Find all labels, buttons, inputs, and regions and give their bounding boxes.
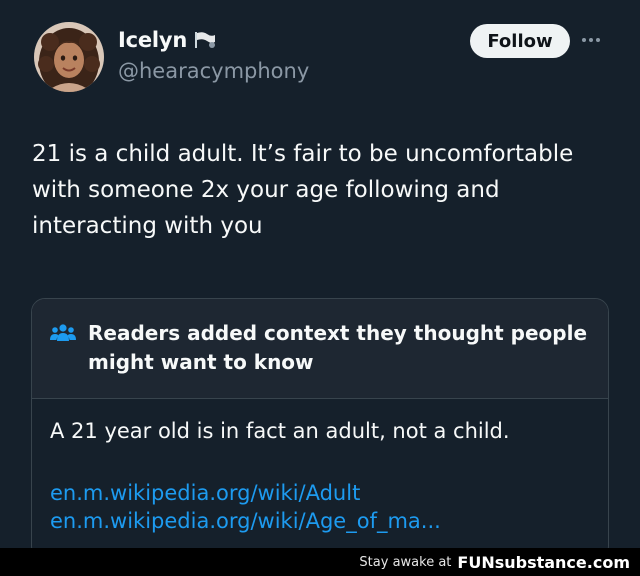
community-note-body: A 21 year old is in fact an adult, not a… bbox=[50, 419, 510, 443]
people-icon bbox=[50, 324, 76, 341]
tweet-card: Icelyn @hearacymphony Follow 21 is a chi… bbox=[0, 0, 640, 560]
author-name-row: Icelyn bbox=[118, 28, 219, 52]
watermark-bar: Stay awake at FUNsubstance.com bbox=[0, 548, 640, 576]
avatar-illustration bbox=[34, 22, 104, 92]
avatar[interactable] bbox=[34, 22, 104, 92]
tweet-text: 21 is a child adult. It’s fair to be unc… bbox=[32, 141, 574, 239]
source-link-adult[interactable]: en.m.wikipedia.org/wiki/Adult bbox=[50, 479, 441, 507]
community-note-links: en.m.wikipedia.org/wiki/Adult en.m.wikip… bbox=[50, 479, 441, 535]
author-handle[interactable]: @hearacymphony bbox=[118, 59, 309, 83]
watermark-text: Stay awake at bbox=[359, 554, 452, 570]
author-name[interactable]: Icelyn bbox=[118, 28, 187, 52]
watermark-brand: FUNsubstance.com bbox=[457, 552, 630, 572]
more-options-icon[interactable] bbox=[582, 30, 606, 50]
community-note-title: Readers added context they thought peopl… bbox=[88, 321, 588, 374]
community-note: Readers added context they thought peopl… bbox=[31, 298, 609, 560]
follow-button[interactable]: Follow bbox=[470, 24, 570, 58]
flag-emoji-icon bbox=[195, 32, 216, 48]
source-link-age-of-majority[interactable]: en.m.wikipedia.org/wiki/Age_of_ma... bbox=[50, 507, 441, 535]
community-note-header: Readers added context they thought peopl… bbox=[32, 299, 608, 399]
